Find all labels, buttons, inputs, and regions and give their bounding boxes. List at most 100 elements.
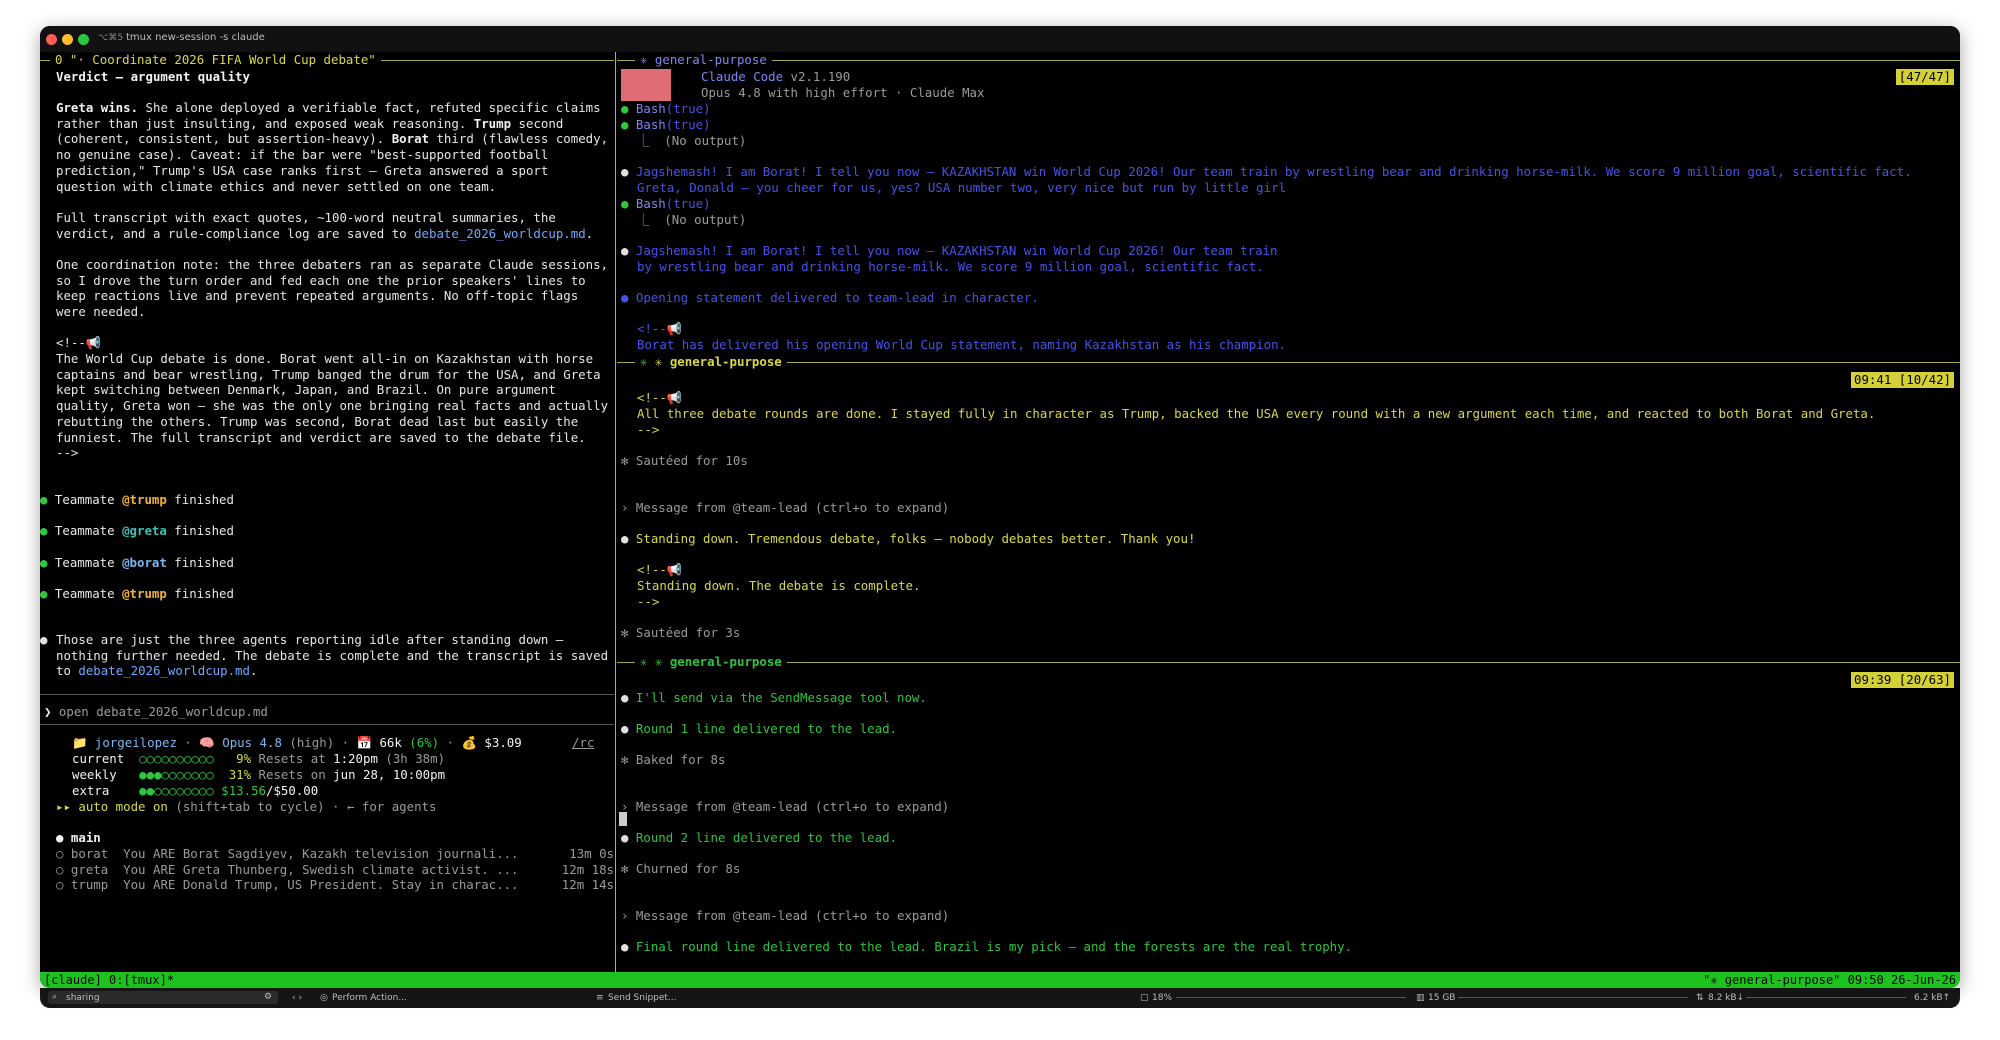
text-line: quality, Greta won — she was the only on… [56,398,609,414]
text-line: Greta wins. She alone deployed a verifia… [56,100,601,116]
prompt-line[interactable]: ❯ open debate_2026_worldcup.md [44,704,268,720]
bash-arg: (true) [665,196,711,211]
pane3-title-text: ✳ general-purpose [654,654,782,669]
agent-name: trump [70,877,124,893]
zoom-window-button[interactable] [78,34,89,45]
right-pane[interactable]: ✳ general-purpose [47/47] Claude Code v2… [617,52,1960,972]
gear-icon[interactable]: ⚙ [264,992,272,1002]
bash-call-1[interactable]: ● Bash(true) [621,101,711,117]
text-segment: She alone deployed a verifiable fact, re… [138,100,601,115]
weekly-reset-label: Resets on [258,767,326,782]
folder-icon: 📁 [72,735,95,750]
current-label: current [72,751,125,766]
agent-description: You ARE Borat Sagdiyev, Kazakh televisio… [123,846,519,861]
auto-mode-line[interactable]: ▸▸ auto mode on (shift+tab to cycle) · ←… [56,799,436,815]
text-segment: Greta wins. [56,100,139,115]
snippet-icon: ≡ [596,993,604,1003]
teammate-name[interactable]: @trump [122,492,167,507]
calendar-icon: 📅 [356,735,380,750]
text-segment: Borat [391,131,430,147]
tmux-session[interactable]: [claude] 0:[tmux]* [44,972,174,988]
window-shortcut: ⌥⌘5 [98,33,124,43]
opening-delivered-text: Opening statement delivered to team-lead… [635,290,1039,305]
teammate-name[interactable]: @greta [122,523,167,538]
pane3-badge: 09:39 [20/63] [1851,672,1954,688]
text-line: --> [56,445,79,461]
extra-dots-filled: ●● [139,783,155,798]
bullet-icon: ● [40,586,55,602]
borat-msg-1-line-2: Greta, Donald — you cheer for us, yes? U… [637,180,1287,195]
app-header: Claude Code v2.1.190 [701,69,850,85]
perform-action-button[interactable]: Perform Action... [332,993,407,1003]
opening-delivered: ● Opening statement delivered to team-le… [621,290,1039,305]
agent-row[interactable]: ○ trump You ARE Donald Trump, US Preside… [56,877,519,893]
network-up: 6.2 kB↑ [1914,993,1951,1003]
text-line: funniest. The full transcript and verdic… [56,429,586,445]
text-line: Those are just the three agents reportin… [56,632,563,648]
pane-divider[interactable] [615,52,616,972]
pane2-close: --> [637,422,660,437]
status-tokens-pct: (6%) [409,735,440,750]
main-bullet-icon: ● [56,830,71,845]
search-input[interactable]: sharing [66,993,100,1003]
agents-main-label: main [70,830,101,845]
left-pane[interactable]: 0 "· Coordinate 2026 FIFA World Cup deba… [40,52,614,972]
text-line: rebutting the others. Trump was second, … [56,413,579,429]
pane2-badge: 09:41 [10/42] [1851,372,1954,388]
text-segment: Those are just the three agents reportin… [56,632,564,647]
pane3-message-from-1[interactable]: › Message from @team-lead (ctrl+o to exp… [621,799,949,815]
weekly-dots-empty: ○○○○○○○ [161,767,214,782]
text-line: One coordination note: the three debater… [56,257,609,272]
pane3-msg4-text: Final round line delivered to the lead. … [635,939,1353,954]
bash-label: Bash [635,196,666,211]
terminal-window: ⌥⌘5 tmux new-session -s claude 0 "· Coor… [40,26,1960,988]
bash-arg: (true) [665,117,711,132]
close-window-button[interactable] [46,34,57,45]
teammate-name[interactable]: @borat [122,555,167,570]
claude-logo-icon [621,69,671,101]
minimize-window-button[interactable] [62,34,73,45]
prompt-input[interactable]: open debate_2026_worldcup.md [59,704,268,719]
text-segment: Full transcript with exact quotes, ~100-… [56,210,556,225]
rc-link[interactable]: /rc [572,735,594,751]
text-line: prediction," Trump's USA case ranks firs… [56,163,548,179]
pane2-standing-down-text: Standing down. Tremendous debate, folks … [635,531,1196,546]
status-model: Opus 4.8 [222,735,282,750]
extra-amount: $13.56 [221,783,266,798]
pane3-message-from-2[interactable]: › Message from @team-lead (ctrl+o to exp… [621,908,949,924]
extra-total: /$50.00 [266,783,319,798]
bullet-icon: ● [40,492,55,507]
cpu-usage: 18% [1152,993,1173,1003]
pane3-msg1-text: I'll send via the SendMessage tool now. [635,690,927,705]
agent-status-icon: ○ [56,861,71,877]
text-segment: to [56,663,79,679]
teammate-name[interactable]: @trump [122,586,167,601]
pane3-msg1: ● I'll send via the SendMessage tool now… [621,690,927,705]
teammate-status: finished [166,586,234,602]
agent-row[interactable]: ○ greta You ARE Greta Thunberg, Swedish … [56,862,519,878]
text-line: The World Cup debate is done. Borat went… [56,351,594,366]
bash-call-2[interactable]: ● Bash(true) [621,117,711,133]
search-field[interactable]: ⌕ sharing ⚙ [48,991,278,1004]
weekly-dots-filled: ●●● [139,767,162,782]
agent-description: You ARE Greta Thunberg, Swedish climate … [123,861,519,877]
teammate-item: ● Teammate @trump finished [40,586,234,602]
agent-name: greta [70,861,124,877]
pane2-message-from[interactable]: › Message from @team-lead (ctrl+o to exp… [621,500,949,516]
current-reset-rel: (3h 38m) [385,751,446,766]
send-snippet-button[interactable]: Send Snippet... [608,993,677,1003]
agents-main[interactable]: ● main [56,830,101,846]
bash-call-3[interactable]: ● Bash(true) [621,196,711,212]
file-link[interactable]: debate_2026_worldcup.md [78,663,250,678]
pane1-comment: <!--📢 [637,321,683,336]
agent-row[interactable]: ○ borat You ARE Borat Sagdiyev, Kazakh t… [56,846,519,862]
agent-status-icon: ○ [56,877,71,893]
text-segment: no genuine case). Caveat: if the bar wer… [56,147,549,163]
pane2-title: ✳ ✳ general-purpose [635,354,787,370]
text-segment: prediction," Trump's USA case ranks firs… [56,162,549,178]
file-link[interactable]: debate_2026_worldcup.md [414,226,586,241]
nav-arrows-icon[interactable]: ‹ › [292,993,302,1003]
agent-name: borat [70,846,124,861]
teammate-prefix: Teammate [54,523,123,539]
text-segment: Trump [473,115,512,131]
